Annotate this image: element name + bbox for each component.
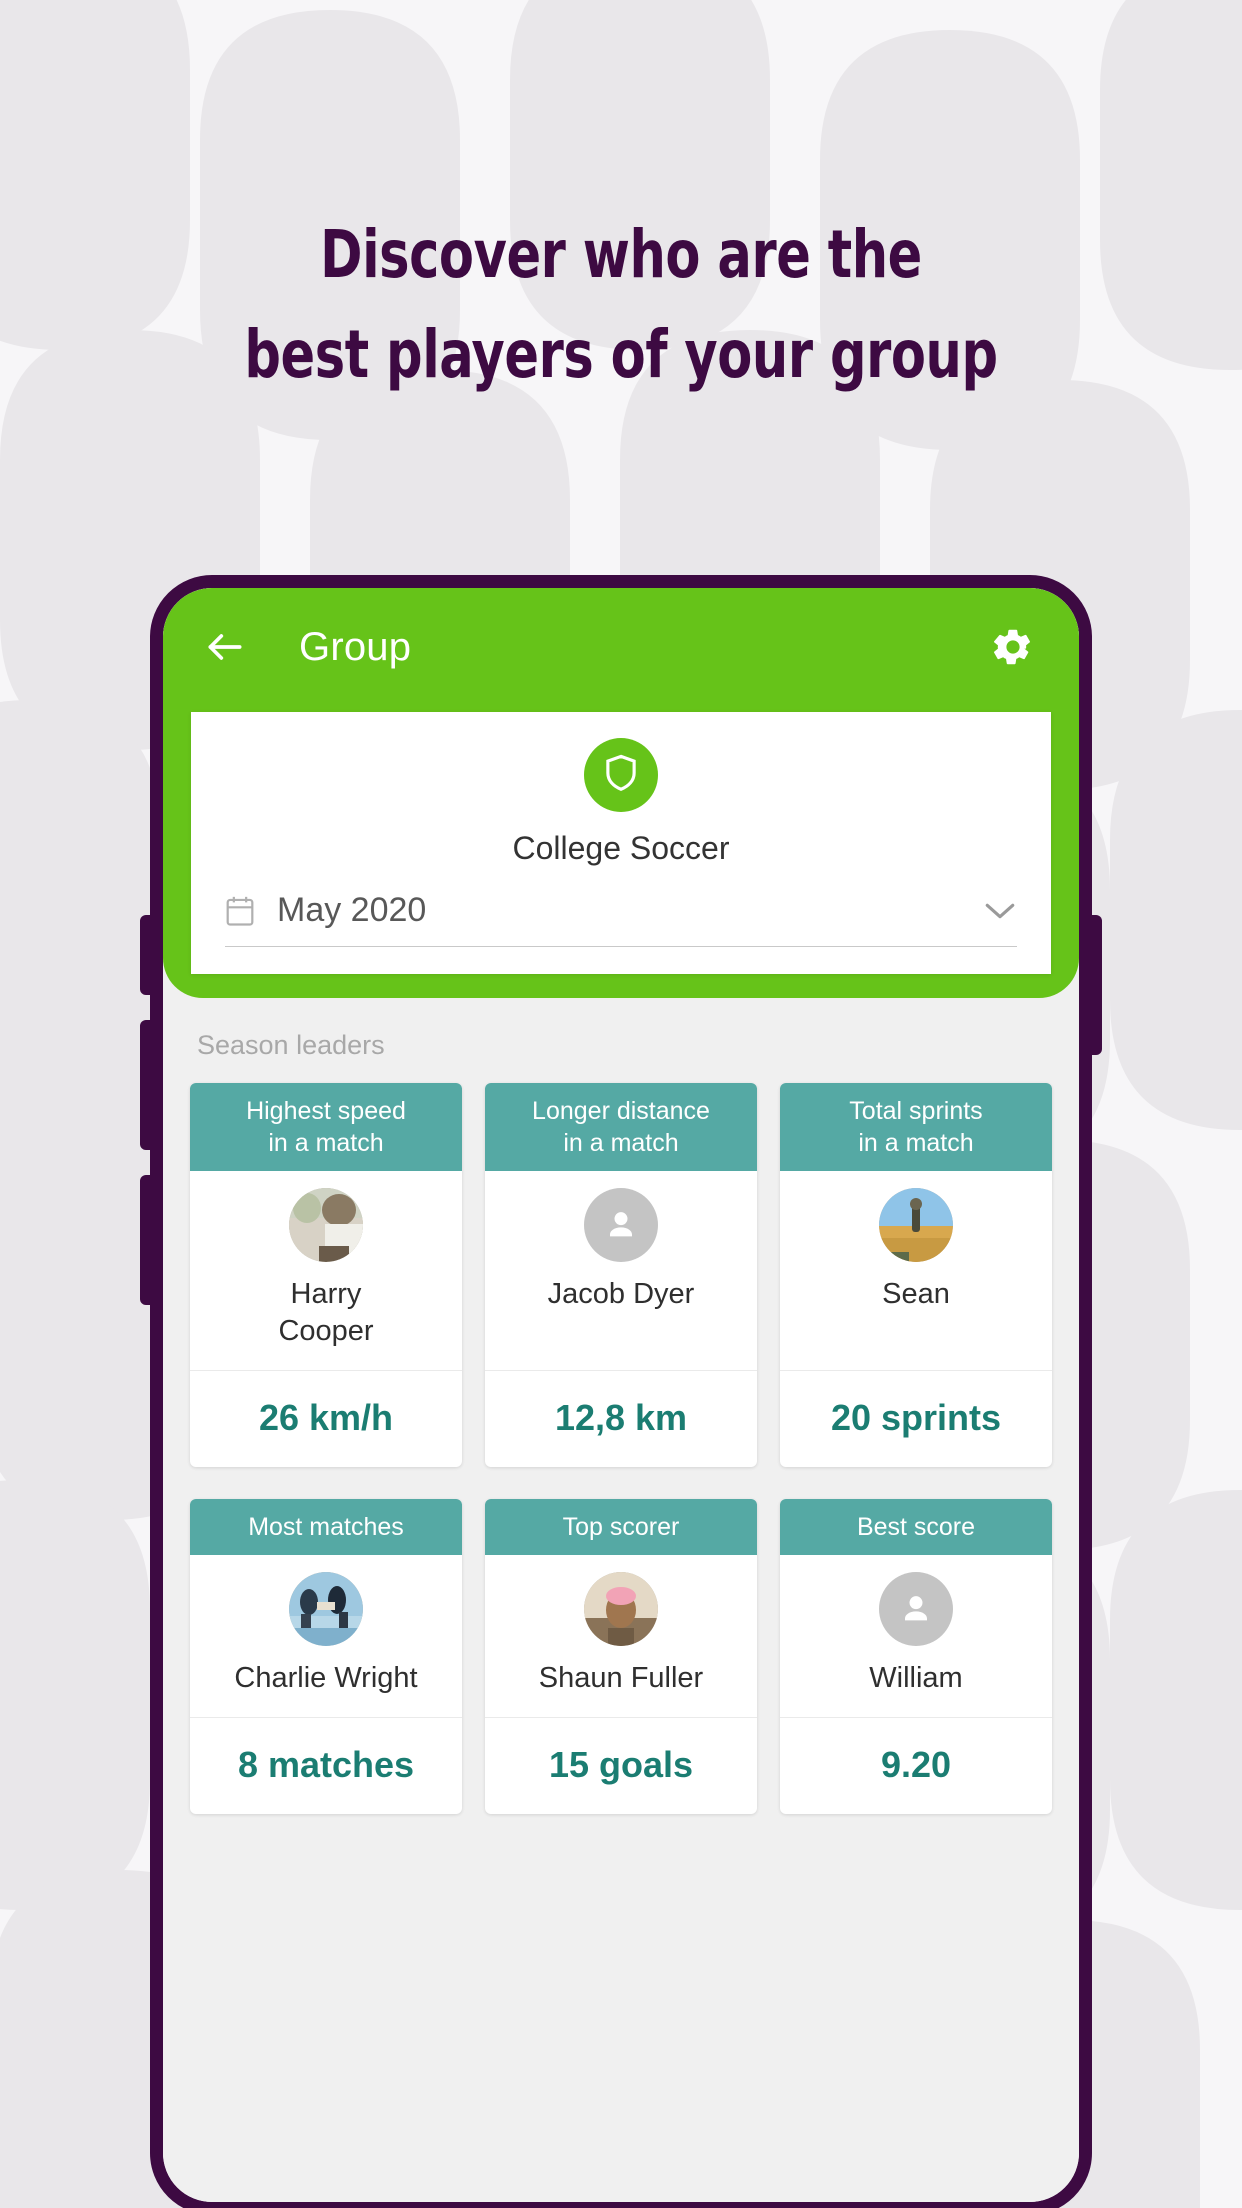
leader-card-title-line1: Longer distance — [532, 1097, 710, 1125]
leader-card-title: Top scorer — [485, 1499, 757, 1555]
leader-card-title-line2: in a match — [563, 1129, 679, 1157]
date-selector[interactable]: May 2020 — [225, 891, 1017, 947]
leader-card[interactable]: Most matches Charlie Wright 8 matches — [190, 1499, 462, 1814]
headline-line-2: best players of your group — [244, 316, 998, 393]
leader-card-body: Shaun Fuller — [485, 1555, 757, 1718]
leader-card[interactable]: Top scorer Shaun Fuller 15 goals — [485, 1499, 757, 1814]
headline-line-1: Discover who are the — [320, 216, 922, 293]
chevron-down-icon[interactable] — [983, 900, 1017, 922]
player-name: Sean — [786, 1276, 1046, 1313]
logo-circle — [584, 738, 658, 812]
leader-card-title-line1: Total sprints — [849, 1097, 983, 1125]
leader-card-value: 9.20 — [880, 1744, 952, 1785]
avatar — [289, 1188, 363, 1262]
leader-card-body: Jacob Dyer — [485, 1171, 757, 1371]
leader-card-title: Best score — [780, 1499, 1052, 1555]
leader-card[interactable]: Total sprints in a match Sean 20 sprints — [780, 1083, 1052, 1467]
leader-card-title-line1: Top scorer — [562, 1513, 680, 1541]
leader-card-title: Total sprints in a match — [780, 1083, 1052, 1171]
player-name-line1: Sean — [882, 1278, 950, 1310]
phone-mockup: Group College Soccer May 2020 Season lea… — [150, 575, 1092, 2208]
leader-card-title: Highest speed in a match — [190, 1083, 462, 1171]
leader-card-title: Most matches — [190, 1499, 462, 1555]
leader-card-value: 8 matches — [237, 1744, 415, 1785]
leader-card-title: Longer distance in a match — [485, 1083, 757, 1171]
leader-card-title-line1: Most matches — [248, 1513, 404, 1541]
leader-card-value: 15 goals — [548, 1744, 694, 1785]
calendar-icon — [225, 895, 255, 927]
shield-icon — [600, 752, 642, 799]
player-name-line1: William — [869, 1662, 963, 1694]
gear-icon[interactable] — [991, 625, 1035, 669]
leader-card-body: William — [780, 1555, 1052, 1718]
leader-card-title-line1: Best score — [856, 1513, 976, 1541]
player-name: Shaun Fuller — [491, 1660, 751, 1697]
leaders-row-2: Most matches Charlie Wright 8 matches To… — [190, 1499, 1052, 1814]
player-name-line2: Cooper — [278, 1315, 374, 1347]
player-name-line1: Charlie Wright — [234, 1662, 418, 1694]
leader-card-title-line2: in a match — [858, 1129, 974, 1157]
app-screen: Group College Soccer May 2020 Season lea… — [163, 588, 1079, 2202]
player-name-line1: Jacob Dyer — [547, 1278, 695, 1310]
leader-card-value: 12,8 km — [554, 1397, 688, 1438]
app-bar-title: Group — [299, 624, 412, 669]
avatar — [289, 1572, 363, 1646]
app-header: Group College Soccer May 2020 — [163, 588, 1079, 998]
player-name-line1: Harry — [290, 1278, 362, 1310]
page-title: Discover who are the best players of you… — [87, 205, 1155, 405]
leaders-row-1: Highest speed in a match Harry Cooper 26… — [190, 1083, 1052, 1467]
app-bar: Group — [163, 588, 1079, 706]
group-logo — [191, 712, 1051, 812]
avatar — [584, 1572, 658, 1646]
leader-card-title-line1: Highest speed — [246, 1097, 406, 1125]
leader-card[interactable]: Highest speed in a match Harry Cooper 26… — [190, 1083, 462, 1467]
player-name: William — [786, 1660, 1046, 1697]
section-title: Season leaders — [197, 1030, 385, 1060]
leader-card[interactable]: Longer distance in a match Jacob Dyer 12… — [485, 1083, 757, 1467]
player-name: Harry Cooper — [196, 1276, 456, 1350]
group-card: College Soccer May 2020 — [191, 712, 1051, 974]
leader-card[interactable]: Best score William 9.20 — [780, 1499, 1052, 1814]
player-name: Jacob Dyer — [491, 1276, 751, 1313]
leader-card-value: 20 sprints — [830, 1397, 1002, 1438]
player-name: Charlie Wright — [196, 1660, 456, 1697]
avatar — [879, 1188, 953, 1262]
group-name: College Soccer — [512, 830, 730, 866]
arrow-left-icon[interactable] — [203, 625, 247, 669]
player-name-line1: Shaun Fuller — [538, 1662, 704, 1694]
leader-card-body: Harry Cooper — [190, 1171, 462, 1371]
date-value: May 2020 — [277, 891, 427, 929]
leader-card-body: Charlie Wright — [190, 1555, 462, 1718]
avatar — [584, 1188, 658, 1262]
leader-card-value: 26 km/h — [258, 1397, 394, 1438]
leader-card-body: Sean — [780, 1171, 1052, 1371]
avatar — [879, 1572, 953, 1646]
leader-card-title-line2: in a match — [268, 1129, 384, 1157]
